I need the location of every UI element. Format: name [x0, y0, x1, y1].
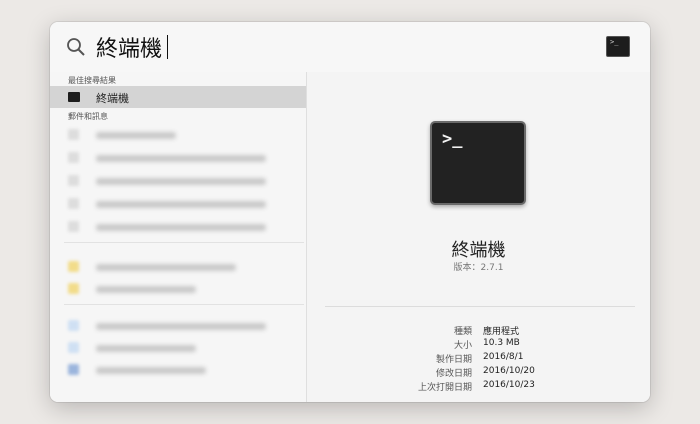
top-hit-label: 終端機 — [96, 92, 129, 105]
info-divider — [325, 306, 635, 307]
text-caret — [167, 35, 168, 59]
list-item[interactable] — [50, 149, 306, 167]
info-row-last-opened: 上次打開日期 2016/10/23 — [417, 380, 535, 393]
list-item[interactable] — [50, 280, 306, 298]
info-row-kind: 種類 應用程式 — [453, 327, 520, 337]
terminal-thumbnail-icon: >_ — [606, 36, 630, 57]
results-list: 最佳搜尋結果 終端機 郵件和訊息 — [50, 72, 307, 402]
section-header-mail: 郵件和訊息 — [68, 112, 108, 121]
app-version: 版本：2.7.1 — [453, 263, 504, 273]
terminal-app-icon: >_ — [430, 121, 526, 205]
list-item[interactable] — [50, 258, 306, 276]
top-hit-row[interactable]: 終端機 — [50, 86, 306, 108]
terminal-prompt: >_ — [442, 129, 463, 149]
search-icon — [67, 38, 85, 56]
app-name: 終端機 — [451, 240, 506, 261]
list-item[interactable] — [50, 172, 306, 190]
list-item[interactable] — [50, 339, 306, 357]
terminal-icon — [68, 92, 80, 102]
section-header-top-hit: 最佳搜尋結果 — [68, 76, 116, 85]
search-input[interactable] — [96, 30, 576, 64]
list-item[interactable] — [50, 361, 306, 379]
info-row-created: 製作日期 2016/8/1 — [435, 352, 524, 365]
section-divider — [64, 304, 304, 305]
list-item[interactable] — [50, 195, 306, 213]
section-divider — [64, 242, 304, 243]
list-item[interactable] — [50, 218, 306, 236]
preview-pane: >_ 終端機 版本：2.7.1 種類 應用程式 大小 10.3 MB 製作日期 … — [307, 72, 650, 402]
info-row-modified: 修改日期 2016/10/20 — [435, 366, 535, 379]
list-item[interactable] — [50, 317, 306, 335]
info-row-size: 大小 10.3 MB — [453, 338, 520, 351]
search-bar: >_ — [50, 22, 650, 73]
spotlight-window: >_ 最佳搜尋結果 終端機 郵件和訊息 >_ 終端機 版本：2.7.1 種類 應… — [50, 22, 650, 402]
list-item[interactable] — [50, 126, 306, 144]
